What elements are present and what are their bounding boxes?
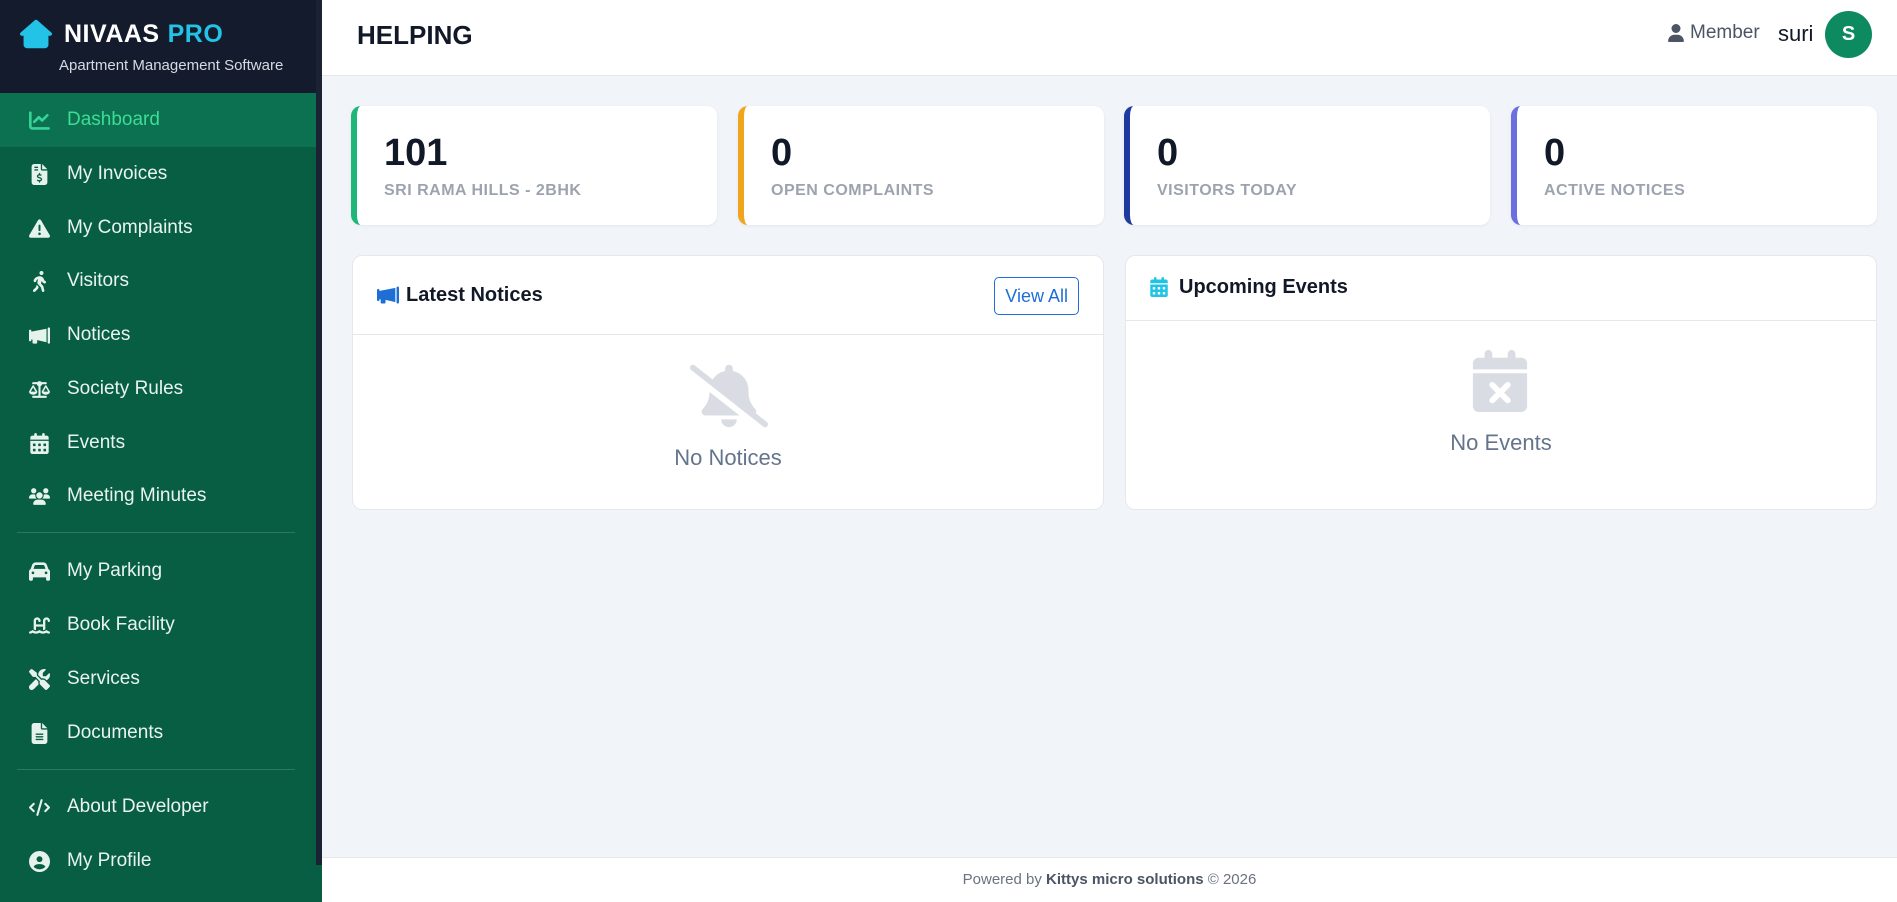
avatar[interactable]: S bbox=[1825, 11, 1872, 58]
sidebar-item-label: Society Rules bbox=[67, 378, 184, 399]
events-panel-title: Upcoming Events bbox=[1179, 276, 1348, 298]
sidebar-item-label: My Profile bbox=[67, 850, 152, 871]
sidebar-item-my-profile[interactable]: My Profile bbox=[0, 834, 316, 888]
sidebar-item-notices[interactable]: Notices bbox=[0, 308, 316, 362]
sidebar-item-label: My Parking bbox=[67, 560, 163, 581]
calendar-xmark-icon bbox=[1472, 350, 1528, 412]
notices-panel-header: Latest Notices View All bbox=[353, 256, 1103, 335]
sidebar-item-label: Services bbox=[67, 668, 140, 689]
brand-subtitle: Apartment Management Software bbox=[59, 57, 284, 74]
footer-company-link[interactable]: Kittys micro solutions bbox=[1046, 871, 1204, 888]
notices-panel-title: Latest Notices bbox=[406, 284, 543, 306]
sidebar-item-events[interactable]: Events bbox=[0, 416, 316, 470]
sidebar-item-label: Book Facility bbox=[67, 614, 175, 635]
calendar-icon bbox=[1150, 277, 1168, 297]
top-header: HELPING Member suri S bbox=[322, 0, 1897, 76]
sidebar-item-label: Events bbox=[67, 432, 126, 453]
events-panel-header: Upcoming Events bbox=[1126, 256, 1876, 321]
sidebar-item-dashboard[interactable]: Dashboard bbox=[0, 93, 316, 147]
sidebar-item-my-complaints[interactable]: My Complaints bbox=[0, 201, 316, 255]
stat-value: 0 bbox=[1544, 132, 1566, 174]
no-notices-text: No Notices bbox=[674, 445, 782, 470]
stat-value: 101 bbox=[384, 132, 448, 174]
sidebar-item-my-parking[interactable]: My Parking bbox=[0, 544, 316, 598]
sidebar-item-label: Documents bbox=[67, 722, 164, 743]
sidebar-item-label: About Developer bbox=[67, 796, 209, 817]
sidebar-item-label: My Complaints bbox=[67, 217, 193, 238]
pool-icon bbox=[27, 613, 51, 637]
sidebar-item-book-facility[interactable]: Book Facility bbox=[0, 598, 316, 652]
users-icon bbox=[27, 484, 51, 508]
user-icon bbox=[1668, 24, 1684, 42]
stat-label: VISITORS TODAY bbox=[1157, 182, 1298, 199]
invoice-icon bbox=[27, 162, 51, 186]
user-role-label: Member bbox=[1690, 22, 1760, 43]
megaphone-icon bbox=[377, 286, 399, 304]
bell-slash-icon bbox=[690, 364, 768, 428]
scale-icon bbox=[27, 377, 51, 401]
sidebar-item-my-invoices[interactable]: My Invoices bbox=[0, 147, 316, 201]
username[interactable]: suri bbox=[1778, 21, 1813, 47]
stat-value: 0 bbox=[1157, 132, 1179, 174]
sidebar-item-society-rules[interactable]: Society Rules bbox=[0, 362, 316, 416]
stat-card-open-complaints: 0 OPEN COMPLAINTS bbox=[738, 106, 1104, 225]
user-circle-icon bbox=[27, 849, 51, 873]
sidebar-item-meeting-minutes[interactable]: Meeting Minutes bbox=[0, 469, 316, 523]
stat-card-active-notices: 0 ACTIVE NOTICES bbox=[1511, 106, 1877, 225]
tools-icon bbox=[27, 667, 51, 691]
footer-prefix: Powered by bbox=[962, 871, 1042, 888]
events-panel: Upcoming Events No Events bbox=[1125, 255, 1877, 510]
stat-card-visitors-today: 0 VISITORS TODAY bbox=[1124, 106, 1490, 225]
warning-icon bbox=[27, 216, 51, 240]
sidebar-item-label: My Invoices bbox=[67, 163, 168, 184]
stat-label: OPEN COMPLAINTS bbox=[771, 182, 935, 199]
sidebar-divider bbox=[17, 532, 295, 533]
sidebar-item-label: Visitors bbox=[67, 270, 129, 291]
stat-value: 0 bbox=[771, 132, 793, 174]
footer: Powered by Kittys micro solutions © 2026 bbox=[322, 857, 1897, 902]
brand-name[interactable]: NIVAAS PRO bbox=[64, 20, 223, 49]
sidebar-item-visitors[interactable]: Visitors bbox=[0, 254, 316, 308]
user-role: Member bbox=[1668, 22, 1760, 44]
brand-header: NIVAAS PRO Apartment Management Software bbox=[0, 0, 316, 101]
brand-pro: PRO bbox=[167, 20, 224, 48]
no-events-text: No Events bbox=[1450, 430, 1552, 455]
sidebar-divider bbox=[17, 769, 295, 770]
megaphone-icon bbox=[27, 323, 51, 347]
document-icon bbox=[27, 721, 51, 745]
view-all-button[interactable]: View All bbox=[994, 277, 1079, 315]
walking-icon bbox=[27, 269, 51, 293]
sidebar-item-about-developer[interactable]: About Developer bbox=[0, 780, 316, 834]
stat-label: SRI RAMA HILLS - 2BHK bbox=[384, 182, 582, 199]
code-icon bbox=[27, 795, 51, 819]
notices-panel: Latest Notices View All No Notices bbox=[352, 255, 1104, 510]
stat-card-flat: 101 SRI RAMA HILLS - 2BHK bbox=[351, 106, 717, 225]
chart-line-icon bbox=[27, 108, 51, 132]
sidebar-item-services[interactable]: Services bbox=[0, 652, 316, 706]
stat-label: ACTIVE NOTICES bbox=[1544, 182, 1686, 199]
sidebar-item-label: Meeting Minutes bbox=[67, 485, 207, 506]
sidebar: NIVAAS PRO Apartment Management Software … bbox=[0, 0, 322, 902]
sidebar-item-documents[interactable]: Documents bbox=[0, 706, 316, 760]
sidebar-item-label: Notices bbox=[67, 324, 131, 345]
page-title: HELPING bbox=[357, 20, 473, 50]
sidebar-scrollbar[interactable] bbox=[316, 0, 322, 865]
car-icon bbox=[27, 559, 51, 583]
sidebar-item-label: Dashboard bbox=[67, 109, 160, 130]
footer-copyright: © 2026 bbox=[1207, 871, 1257, 888]
calendar-icon bbox=[27, 431, 51, 455]
home-icon bbox=[20, 19, 52, 49]
